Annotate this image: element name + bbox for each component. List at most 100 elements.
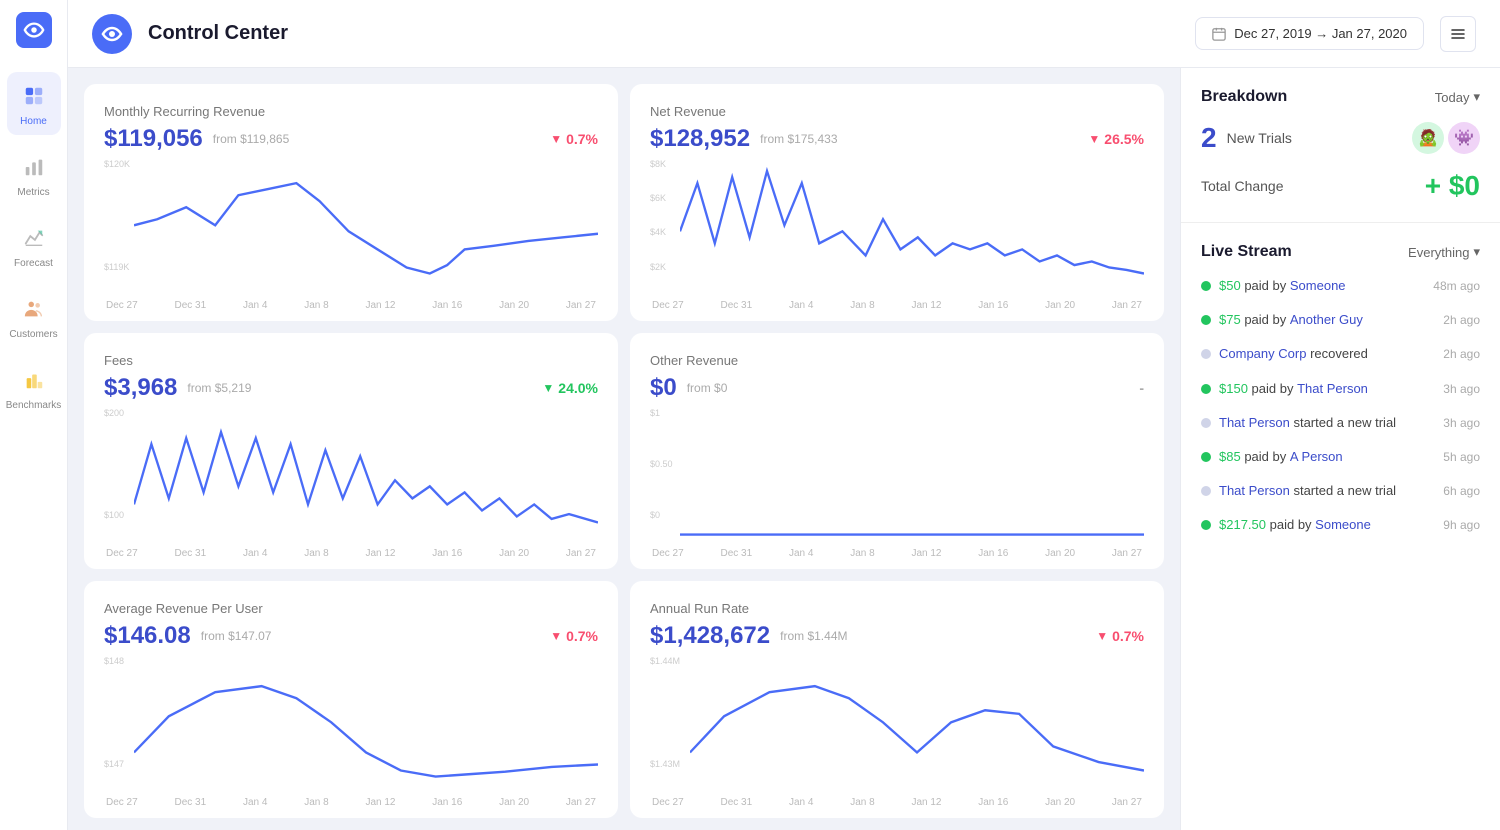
- chart-title-net-revenue: Net Revenue: [650, 104, 1144, 119]
- chart-value-arpu: $146.08: [104, 622, 191, 650]
- x-axis-fees: Dec 27Dec 31Jan 4Jan 8Jan 12Jan 16Jan 20…: [104, 548, 598, 559]
- chart-from-arpu: from $147.07: [201, 629, 272, 643]
- chart-card-net-revenue: Net Revenue $128,952 from $175,433 ▼ 26.…: [630, 84, 1164, 321]
- sidebar-item-benchmarks[interactable]: Benchmarks: [7, 356, 61, 419]
- stream-dot-2: [1201, 349, 1211, 359]
- chart-change-arr: ▼ 0.7%: [1096, 628, 1144, 644]
- trials-label: New Trials: [1227, 130, 1402, 146]
- chart-card-other-revenue: Other Revenue $0 from $0 - $1$0.50$0: [630, 333, 1164, 570]
- chart-change-arpu: ▼ 0.7%: [550, 628, 598, 644]
- stream-item-4: That Person started a new trial 3h ago: [1201, 414, 1480, 432]
- stream-item-1: $75 paid by Another Guy 2h ago: [1201, 311, 1480, 329]
- sidebar-item-home[interactable]: Home: [7, 72, 61, 135]
- sidebar: Home Metrics Forecast: [0, 0, 68, 830]
- home-icon: [18, 80, 50, 112]
- stream-item-5: $85 paid by A Person 5h ago: [1201, 448, 1480, 466]
- stream-dot-7: [1201, 520, 1211, 530]
- chart-from-net-revenue: from $175,433: [760, 132, 837, 146]
- chart-title-mrr: Monthly Recurring Revenue: [104, 104, 598, 119]
- header-logo: [92, 14, 132, 54]
- chart-card-arr: Annual Run Rate $1,428,672 from $1.44M ▼…: [630, 581, 1164, 818]
- chart-title-fees: Fees: [104, 353, 598, 368]
- sidebar-item-forecast[interactable]: Forecast: [7, 214, 61, 277]
- chart-value-mrr: $119,056: [104, 125, 203, 153]
- y-axis-mrr: $120K$119K: [104, 159, 130, 272]
- right-panel: Breakdown Today ▾ 2 New Trials 🧟 👾 Tot: [1180, 68, 1500, 830]
- y-axis-fees: $200$100: [104, 408, 124, 521]
- livestream-title: Live Stream: [1201, 243, 1292, 261]
- stream-item-0: $50 paid by Someone 48m ago: [1201, 277, 1480, 295]
- breakdown-dropdown[interactable]: Today ▾: [1435, 89, 1480, 105]
- x-axis-mrr: Dec 27Dec 31Jan 4Jan 8Jan 12Jan 16Jan 20…: [104, 300, 598, 311]
- stream-dot-4: [1201, 418, 1211, 428]
- chart-from-other-revenue: from $0: [687, 381, 728, 395]
- chart-change-net-revenue: ▼ 26.5%: [1088, 131, 1144, 147]
- y-axis-arpu: $148$147: [104, 656, 124, 769]
- content-area: Monthly Recurring Revenue $119,056 from …: [68, 68, 1500, 830]
- x-axis-net-revenue: Dec 27Dec 31Jan 4Jan 8Jan 12Jan 16Jan 20…: [650, 300, 1144, 311]
- chart-title-arr: Annual Run Rate: [650, 601, 1144, 616]
- sidebar-item-label: Benchmarks: [6, 400, 62, 411]
- stream-dot-1: [1201, 315, 1211, 325]
- chart-value-arr: $1,428,672: [650, 622, 770, 650]
- x-axis-arpu: Dec 27Dec 31Jan 4Jan 8Jan 12Jan 16Jan 20…: [104, 797, 598, 808]
- metrics-icon: [18, 151, 50, 183]
- trials-count: 2: [1201, 122, 1217, 154]
- chart-card-mrr: Monthly Recurring Revenue $119,056 from …: [84, 84, 618, 321]
- stream-dot-6: [1201, 486, 1211, 496]
- y-axis-other-revenue: $1$0.50$0: [650, 408, 673, 521]
- chart-title-arpu: Average Revenue Per User: [104, 601, 598, 616]
- chart-from-arr: from $1.44M: [780, 629, 847, 643]
- sidebar-item-label: Home: [20, 116, 47, 127]
- avatar-group: 🧟 👾: [1412, 122, 1480, 154]
- sidebar-item-label: Metrics: [17, 187, 49, 198]
- forecast-icon: [18, 222, 50, 254]
- stream-dot-5: [1201, 452, 1211, 462]
- chart-title-other-revenue: Other Revenue: [650, 353, 1144, 368]
- sidebar-item-label: Customers: [9, 329, 57, 340]
- page-title: Control Center: [148, 22, 1179, 45]
- chart-card-arpu: Average Revenue Per User $146.08 from $1…: [84, 581, 618, 818]
- stream-item-2: Company Corp recovered 2h ago: [1201, 345, 1480, 363]
- chart-from-fees: from $5,219: [187, 381, 251, 395]
- stream-item-7: $217.50 paid by Someone 9h ago: [1201, 516, 1480, 534]
- chart-change-mrr: ▼ 0.7%: [550, 131, 598, 147]
- total-change-value: + $0: [1425, 170, 1480, 202]
- avatar-2: 👾: [1448, 122, 1480, 154]
- stream-item-3: $150 paid by That Person 3h ago: [1201, 380, 1480, 398]
- trials-row: 2 New Trials 🧟 👾: [1201, 122, 1480, 154]
- stream-dot-0: [1201, 281, 1211, 291]
- sidebar-item-customers[interactable]: Customers: [7, 285, 61, 348]
- menu-button[interactable]: [1440, 16, 1476, 52]
- stream-dot-3: [1201, 384, 1211, 394]
- x-axis-arr: Dec 27Dec 31Jan 4Jan 8Jan 12Jan 16Jan 20…: [650, 797, 1144, 808]
- livestream-section: Live Stream Everything ▾ $50 paid by Som…: [1181, 223, 1500, 830]
- chart-card-fees: Fees $3,968 from $5,219 ▼ 24.0% $200$100: [84, 333, 618, 570]
- total-change-row: Total Change + $0: [1201, 170, 1480, 202]
- y-axis-arr: $1.44M$1.43M: [650, 656, 680, 769]
- chart-value-other-revenue: $0: [650, 374, 677, 402]
- stream-item-6: That Person started a new trial 6h ago: [1201, 482, 1480, 500]
- sidebar-item-metrics[interactable]: Metrics: [7, 143, 61, 206]
- chart-from-mrr: from $119,865: [213, 132, 290, 146]
- sidebar-item-label: Forecast: [14, 258, 53, 269]
- avatar-1: 🧟: [1412, 122, 1444, 154]
- date-range-label: Dec 27, 2019 → Jan 27, 2020: [1234, 26, 1407, 41]
- chart-change-fees: ▼ 24.0%: [542, 380, 598, 396]
- total-change-label: Total Change: [1201, 178, 1284, 194]
- chart-value-net-revenue: $128,952: [650, 125, 750, 153]
- header: Control Center Dec 27, 2019 → Jan 27, 20…: [68, 0, 1500, 68]
- breakdown-section: Breakdown Today ▾ 2 New Trials 🧟 👾 Tot: [1181, 68, 1500, 223]
- date-range-button[interactable]: Dec 27, 2019 → Jan 27, 2020: [1195, 17, 1424, 50]
- livestream-dropdown[interactable]: Everything ▾: [1408, 244, 1480, 260]
- app-logo[interactable]: [16, 12, 52, 48]
- chart-change-other-revenue: -: [1139, 380, 1144, 396]
- x-axis-other-revenue: Dec 27Dec 31Jan 4Jan 8Jan 12Jan 16Jan 20…: [650, 548, 1144, 559]
- charts-grid: Monthly Recurring Revenue $119,056 from …: [68, 68, 1180, 830]
- chart-value-fees: $3,968: [104, 374, 177, 402]
- y-axis-net-revenue: $8K$6K$4K$2K: [650, 159, 666, 272]
- benchmarks-icon: [18, 364, 50, 396]
- breakdown-title: Breakdown: [1201, 88, 1287, 106]
- customers-icon: [18, 293, 50, 325]
- main-content: Control Center Dec 27, 2019 → Jan 27, 20…: [68, 0, 1500, 830]
